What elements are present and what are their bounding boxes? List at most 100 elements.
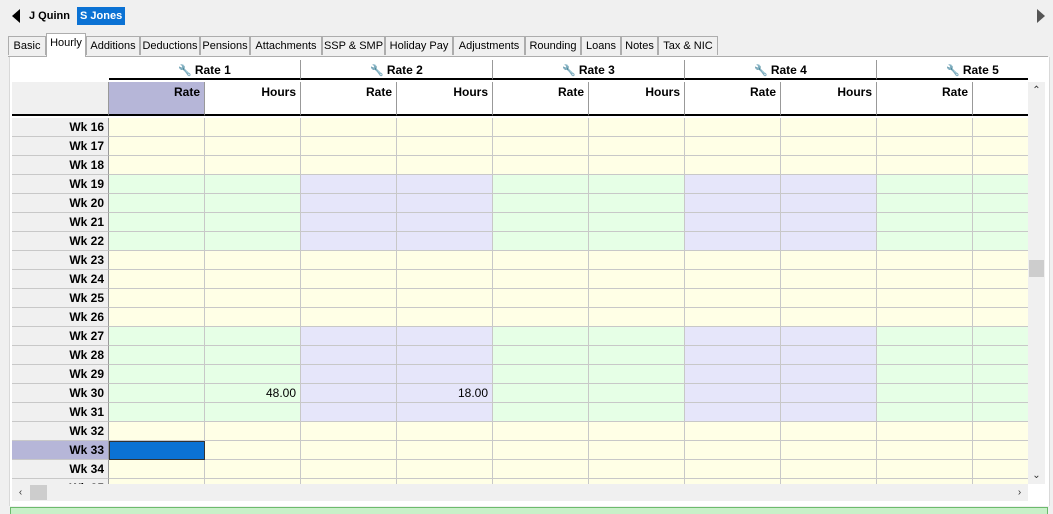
grid-cell[interactable] <box>973 403 1028 422</box>
grid-cell[interactable] <box>493 270 589 289</box>
grid-cell[interactable] <box>973 156 1028 175</box>
group-header-rate-3[interactable]: 🔧 Rate 3 <box>493 60 685 80</box>
grid-cell[interactable] <box>589 441 685 460</box>
grid-cell[interactable] <box>493 175 589 194</box>
grid-cell[interactable] <box>877 384 973 403</box>
row-header[interactable]: Wk 30 <box>12 384 109 403</box>
rate-column-header-3[interactable]: Rate <box>493 82 589 116</box>
wrench-icon[interactable]: 🔧 <box>562 65 576 77</box>
grid-cell[interactable] <box>301 422 397 441</box>
grid-cell[interactable] <box>397 441 493 460</box>
grid-cell[interactable] <box>397 156 493 175</box>
tab-basic[interactable]: Basic <box>8 36 46 55</box>
grid-cell[interactable] <box>589 384 685 403</box>
grid-cell[interactable] <box>301 156 397 175</box>
grid-cell[interactable] <box>973 422 1028 441</box>
grid-cell[interactable] <box>589 194 685 213</box>
grid-cell[interactable] <box>493 137 589 156</box>
grid-cell[interactable] <box>301 175 397 194</box>
grid-cell[interactable] <box>781 270 877 289</box>
grid-cell[interactable] <box>685 213 781 232</box>
grid-cell[interactable] <box>589 308 685 327</box>
grid-cell[interactable] <box>493 403 589 422</box>
grid-cell[interactable] <box>973 365 1028 384</box>
grid-cell[interactable] <box>493 441 589 460</box>
grid-cell[interactable] <box>301 137 397 156</box>
row-header[interactable]: Wk 28 <box>12 346 109 365</box>
grid-cell[interactable] <box>589 270 685 289</box>
group-header-rate-2[interactable]: 🔧 Rate 2 <box>301 60 493 80</box>
grid-cell[interactable] <box>973 289 1028 308</box>
grid-cell[interactable] <box>205 137 301 156</box>
grid-cell[interactable] <box>109 365 205 384</box>
scroll-up-icon[interactable]: ⌃ <box>1028 82 1045 99</box>
grid-cell[interactable] <box>685 118 781 137</box>
grid-cell[interactable] <box>973 213 1028 232</box>
grid-cell[interactable] <box>877 365 973 384</box>
grid-cell[interactable] <box>589 422 685 441</box>
grid-cell[interactable] <box>205 232 301 251</box>
grid-cell[interactable] <box>205 346 301 365</box>
grid-cell[interactable] <box>685 175 781 194</box>
grid-cell[interactable] <box>205 251 301 270</box>
grid-cell[interactable] <box>877 137 973 156</box>
grid-cell[interactable] <box>205 365 301 384</box>
grid-cell[interactable] <box>301 118 397 137</box>
grid-cell[interactable] <box>301 232 397 251</box>
grid-cell[interactable] <box>877 308 973 327</box>
grid-cell[interactable] <box>781 118 877 137</box>
tab-deductions[interactable]: Deductions <box>140 36 200 55</box>
hours-column-header-2[interactable]: Hours <box>397 82 493 116</box>
grid-cell[interactable] <box>685 137 781 156</box>
employee-tab-prev[interactable]: J Quinn <box>26 7 73 25</box>
grid-cell[interactable] <box>877 422 973 441</box>
grid-cell[interactable] <box>109 232 205 251</box>
grid-cell[interactable] <box>493 289 589 308</box>
grid-cell[interactable]: 18.00 <box>397 384 493 403</box>
grid-cell[interactable] <box>877 175 973 194</box>
tab-additions[interactable]: Additions <box>86 36 140 55</box>
tab-hourly[interactable]: Hourly <box>46 33 86 57</box>
grid-cell[interactable] <box>781 403 877 422</box>
grid-cell[interactable] <box>973 346 1028 365</box>
grid-cell[interactable] <box>205 289 301 308</box>
hours-column-header-3[interactable]: Hours <box>589 82 685 116</box>
grid-cell[interactable] <box>781 137 877 156</box>
row-header[interactable]: Wk 27 <box>12 327 109 346</box>
grid-cell[interactable] <box>589 232 685 251</box>
grid-cell[interactable] <box>301 289 397 308</box>
grid-cell[interactable] <box>781 365 877 384</box>
row-header[interactable]: Wk 32 <box>12 422 109 441</box>
grid-cell[interactable] <box>397 118 493 137</box>
grid-cell[interactable] <box>685 460 781 479</box>
grid-cell[interactable] <box>589 346 685 365</box>
grid-cell[interactable] <box>973 270 1028 289</box>
grid-cell[interactable] <box>589 213 685 232</box>
grid-cell[interactable] <box>781 251 877 270</box>
grid-cell[interactable] <box>109 384 205 403</box>
grid-cell[interactable] <box>301 441 397 460</box>
grid-cell[interactable] <box>109 137 205 156</box>
grid-cell[interactable] <box>685 251 781 270</box>
grid-cell[interactable] <box>877 441 973 460</box>
grid-cell[interactable] <box>301 403 397 422</box>
row-header[interactable]: Wk 25 <box>12 289 109 308</box>
grid-cell[interactable] <box>973 327 1028 346</box>
grid-cell[interactable] <box>109 251 205 270</box>
employee-tab-current[interactable]: S Jones <box>77 7 126 25</box>
grid-cell[interactable] <box>973 384 1028 403</box>
grid-cell[interactable] <box>973 232 1028 251</box>
tab-rounding[interactable]: Rounding <box>525 36 581 55</box>
grid-cell[interactable] <box>205 422 301 441</box>
grid-cell[interactable] <box>973 251 1028 270</box>
grid-cell[interactable] <box>493 327 589 346</box>
grid-cell[interactable] <box>205 194 301 213</box>
tab-loans[interactable]: Loans <box>581 36 621 55</box>
grid-cell[interactable] <box>685 232 781 251</box>
grid-cell[interactable] <box>973 175 1028 194</box>
grid-cell[interactable] <box>493 156 589 175</box>
grid-cell[interactable] <box>781 194 877 213</box>
row-header[interactable]: Wk 33 <box>12 441 109 460</box>
grid-cell[interactable] <box>493 460 589 479</box>
vertical-scrollbar[interactable]: ⌃ ⌄ <box>1028 82 1045 484</box>
